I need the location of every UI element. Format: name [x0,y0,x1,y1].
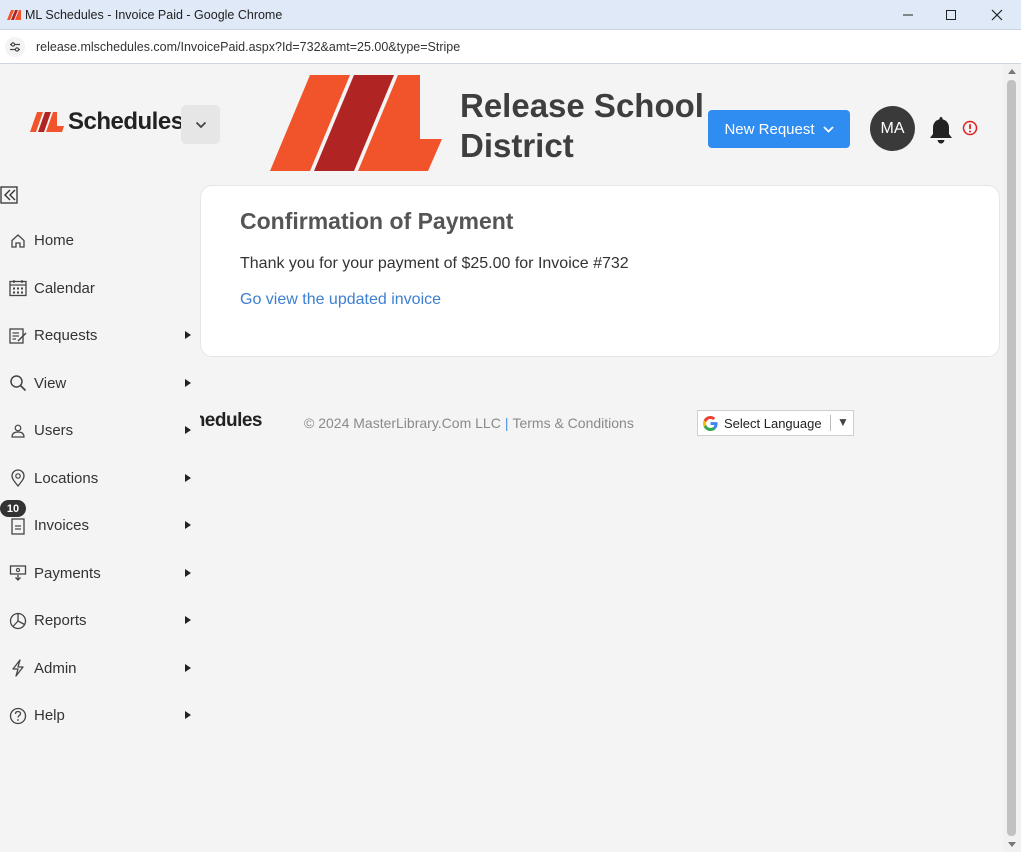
maximize-icon [946,10,956,20]
sidebar-item-label: Reports [34,612,87,630]
site-settings-icon [10,42,20,52]
site-info-button[interactable] [5,37,25,57]
scroll-up-icon[interactable] [1008,69,1016,74]
sidebar-item-invoices[interactable]: 10 Invoices [0,500,200,550]
new-request-label: New Request [724,120,815,138]
user-avatar[interactable]: MA [870,106,915,151]
caret-right-icon [185,331,191,339]
footer-logo: hedules [200,410,270,438]
minimize-button[interactable] [893,4,923,26]
sidebar-item-label: Home [34,232,75,250]
sidebar-item-users[interactable]: Users [0,407,200,455]
view-invoice-link[interactable]: Go view the updated invoice [240,291,441,309]
sidebar-item-label: Requests [34,327,98,345]
sidebar-item-label: Users [34,422,74,440]
caret-right-icon [185,616,191,624]
window-title: ML Schedules - Invoice Paid - Google Chr… [25,8,283,22]
language-divider [830,415,831,431]
caret-right-icon [185,521,191,529]
payment-confirmation-card: Confirmation of Payment Thank you for yo… [200,185,1000,357]
address-bar[interactable]: release.mlschedules.com/InvoicePaid.aspx… [0,30,1021,64]
sidebar-item-view[interactable]: View [0,360,200,408]
sidebar-item-payments[interactable]: Payments [0,550,200,598]
invoice-icon [9,517,27,535]
url-text[interactable]: release.mlschedules.com/InvoicePaid.aspx… [36,40,460,54]
chevron-down-icon [822,125,834,133]
home-icon [9,232,27,250]
maximize-button[interactable] [936,4,966,26]
caret-right-icon [185,473,191,482]
footer-copyright: © 2024 MasterLibrary.Com LLC | Terms & Con… [304,415,634,431]
sidebar-item-label: Locations [34,469,99,487]
close-window-button[interactable] [982,4,1012,26]
scroll-down-icon[interactable] [1008,842,1016,847]
language-select[interactable]: Select Language ▼ [697,410,854,436]
ml-favicon-icon [7,10,21,20]
sidebar-item-calendar[interactable]: Calendar [0,265,200,313]
close-icon [991,9,1003,21]
new-request-button[interactable]: New Request [708,110,850,148]
payment-message: Thank you for your payment of $25.00 for… [240,255,629,272]
location-pin-icon [9,469,27,488]
app-switcher-dropdown[interactable] [181,105,220,144]
collapse-sidebar-icon[interactable] [0,185,20,205]
sidebar-item-label: Payments [34,564,101,582]
pie-chart-icon [9,612,27,630]
caret-right-icon [185,663,191,672]
sidebar-item-label: Admin [34,659,77,677]
calendar-icon [9,279,27,297]
dropdown-arrow-icon: ▼ [837,415,849,429]
google-icon [702,415,718,431]
alert-icon[interactable] [962,120,978,136]
caret-right-icon [185,378,191,387]
sidebar-item-home[interactable]: Home [0,217,200,265]
page-viewport: Schedules Release School District New Re… [0,64,1003,852]
help-icon [9,707,27,725]
scrollbar-thumb[interactable] [1007,80,1016,836]
page-scrollbar[interactable] [1003,64,1021,852]
requests-icon [9,327,27,345]
ml-logo-icon [30,112,64,132]
users-icon [9,422,27,440]
district-logo [270,75,442,171]
terms-link[interactable]: Terms & Conditions [512,415,633,431]
caret-right-icon [185,426,191,434]
sidebar-item-reports[interactable]: Reports [0,597,200,645]
sidebar-item-admin[interactable]: Admin [0,645,200,693]
brand-name: Schedules [68,108,184,135]
caret-right-icon [185,711,191,719]
chevron-down-icon [195,121,206,128]
footer-separator: | [504,415,509,431]
ml-schedules-logo[interactable]: Schedules [30,108,184,135]
district-name: Release School District [460,87,704,164]
sidebar-item-requests[interactable]: Requests [0,312,200,360]
sidebar-item-label: Calendar [34,279,95,297]
sidebar-item-locations[interactable]: Locations [0,455,200,503]
bell-icon[interactable] [928,115,954,145]
sidebar-item-label: View [34,374,67,392]
minimize-icon [903,14,913,16]
payments-icon [9,564,27,582]
sidebar-item-help[interactable]: Help [0,692,200,740]
browser-title-bar: ML Schedules - Invoice Paid - Google Chr… [0,0,1021,30]
sidebar-nav: Home Calendar Requests View Users Locati… [0,217,200,740]
caret-right-icon [185,568,191,577]
search-icon [9,374,27,392]
invoices-count-badge: 10 [0,500,26,517]
footer-brand-text: hedules [200,410,263,431]
page-title: Confirmation of Payment [240,208,514,234]
sidebar-item-label: Invoices [34,517,90,535]
sidebar-item-label: Help [34,707,65,725]
copyright-text: © 2024 MasterLibrary.Com LLC [304,415,501,431]
language-label: Select Language [724,415,822,431]
lightning-icon [9,659,27,677]
